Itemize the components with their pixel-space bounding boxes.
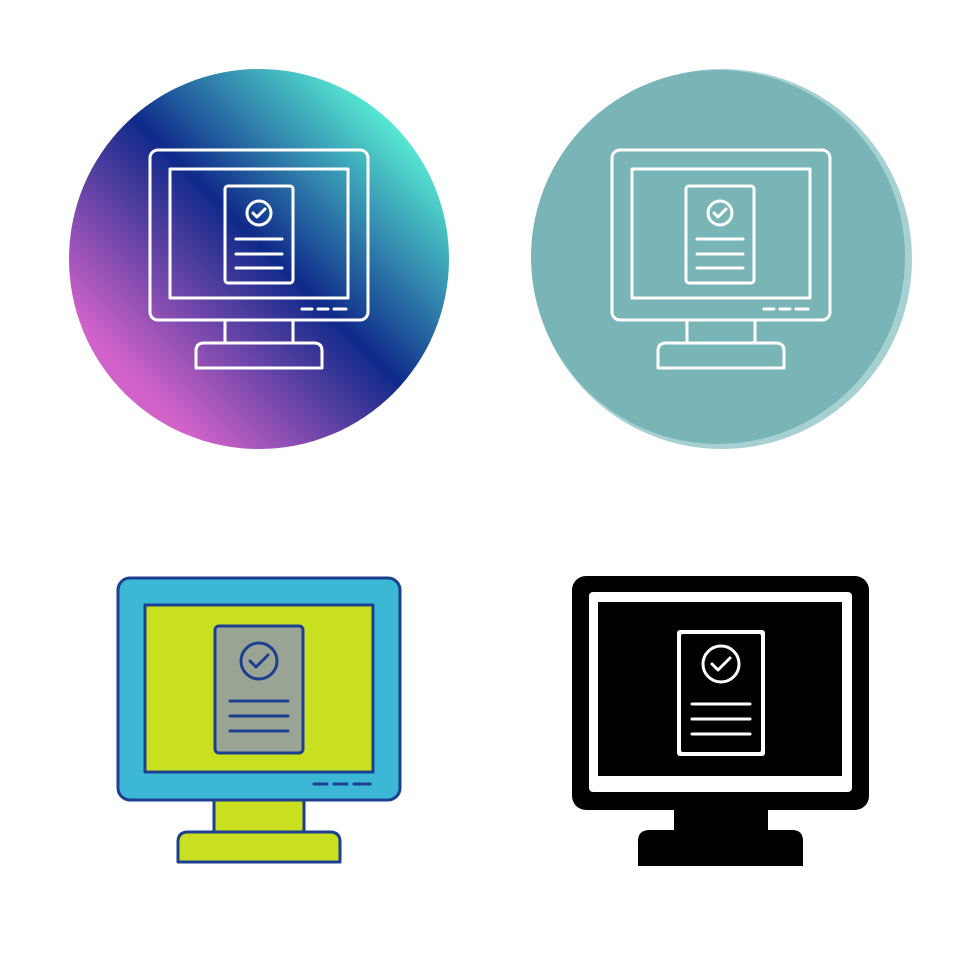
- gradient-circle-monitor-icon: [68, 68, 450, 450]
- monitor-neck: [212, 798, 306, 834]
- check-circle-icon: [239, 641, 279, 681]
- icon-set-canvas: [0, 0, 980, 980]
- monitor-base: [176, 830, 342, 864]
- glyph-monitor-base: [638, 830, 803, 866]
- gradient-circle-background: [69, 69, 449, 449]
- teal-circle-background: [531, 70, 905, 444]
- glyph-monitor-icon: [566, 570, 876, 875]
- color-filled-monitor-icon: [112, 572, 412, 872]
- flat-circle-monitor-icon: [530, 68, 914, 452]
